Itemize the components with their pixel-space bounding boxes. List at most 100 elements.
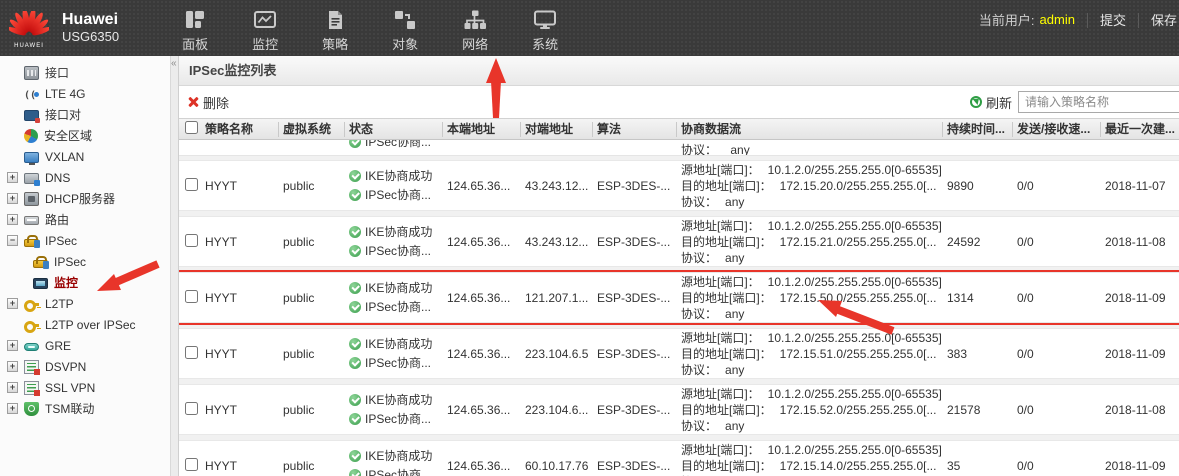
sidebar-item-l2tp-over-ipsec[interactable]: L2TP over IPSec <box>0 314 170 335</box>
last-established-time: 2018-11-09 <box>1101 459 1179 473</box>
row-checkbox[interactable] <box>185 458 198 471</box>
nav-item-policy[interactable]: 策略 <box>307 4 363 53</box>
sidebar-item-ipsec[interactable]: IPSec <box>0 230 170 251</box>
last-established-time: 2018-11-08 <box>1101 403 1179 417</box>
collapse-icon[interactable] <box>7 235 18 246</box>
sidebar-item-label: VXLAN <box>45 150 84 164</box>
sidebar-item-tsm-linkage[interactable]: TSM联动 <box>0 398 170 419</box>
source-address-value: 10.1.2.0/255.255.255.0[0-65535] <box>768 331 942 345</box>
sidebar-item-vxlan[interactable]: VXLAN <box>0 146 170 167</box>
expand-icon[interactable] <box>7 340 18 351</box>
sidebar-item-ssl-vpn[interactable]: SSL VPN <box>0 377 170 398</box>
nav-item-objects[interactable]: 对象 <box>377 4 433 53</box>
table-row[interactable]: HYYT public IKE协商成功 IPSec协商... 124.65.36… <box>179 328 1179 379</box>
huawei-logo: HUAWEI <box>0 7 58 49</box>
sidebar-item-dhcp-server[interactable]: DHCP服务器 <box>0 188 170 209</box>
protocol-value: any <box>725 307 744 321</box>
status-cell: IKE协商成功 IPSec协商... <box>345 167 443 205</box>
brand-model: USG6350 <box>62 30 119 45</box>
ipsec-status: IPSec协商... <box>365 242 431 261</box>
sidebar-item-interface[interactable]: 接口 <box>0 62 170 83</box>
virtual-system: public <box>279 403 345 417</box>
partial-protocol: 协议： any <box>681 141 750 156</box>
sidebar-item-ipsec-monitor[interactable]: 监控 <box>0 272 170 293</box>
duration: 35 <box>943 459 1013 473</box>
delete-button[interactable]: 删除 <box>187 93 229 112</box>
vxlan-icon <box>24 152 39 163</box>
ipsec-status: IPSec协商... <box>365 298 431 317</box>
local-address: 124.65.36... <box>443 347 521 361</box>
expand-icon[interactable] <box>7 172 18 183</box>
table-row[interactable]: HYYT public IKE协商成功 IPSec协商... 124.65.36… <box>179 272 1179 323</box>
submit-button[interactable]: 提交 <box>1087 13 1126 28</box>
algorithm: ESP-3DES-... <box>593 179 677 193</box>
remote-address: 43.243.12... <box>521 235 593 249</box>
row-checkbox[interactable] <box>185 178 198 191</box>
expand-icon[interactable] <box>7 382 18 393</box>
save-button[interactable]: 保存 <box>1138 13 1177 28</box>
row-checkbox[interactable] <box>185 234 198 247</box>
nav-item-network[interactable]: 网络 <box>447 4 503 53</box>
refresh-button[interactable]: 刷新 <box>970 93 1012 112</box>
sidebar-item-security-zone[interactable]: 安全区域 <box>0 125 170 146</box>
page-title: IPSec监控列表 <box>179 56 1179 86</box>
protocol-value: any <box>730 143 749 156</box>
local-address: 124.65.36... <box>443 179 521 193</box>
local-address: 124.65.36... <box>443 291 521 305</box>
table-row[interactable]: HYYT public IKE协商成功 IPSec协商... 124.65.36… <box>179 440 1179 476</box>
ipsec-status: IPSec协商... <box>365 410 431 429</box>
select-all-cell <box>179 121 201 138</box>
protocol-value: any <box>725 419 744 433</box>
sidebar-item-dns[interactable]: DNS <box>0 167 170 188</box>
sidebar-item-label: IPSec <box>45 234 77 248</box>
send-receive-rate: 0/0 <box>1013 179 1101 193</box>
nav-item-monitor[interactable]: 监控 <box>237 4 293 53</box>
table-row[interactable]: HYYT public IKE协商成功 IPSec协商... 124.65.36… <box>179 160 1179 211</box>
local-address: 124.65.36... <box>443 403 521 417</box>
policy-search-input[interactable] <box>1018 91 1179 113</box>
policy-name: HYYT <box>201 291 279 305</box>
source-address-label: 源地址[端口]： <box>681 443 760 457</box>
success-icon <box>349 394 361 406</box>
sidebar-item-interface-pair[interactable]: 接口对 <box>0 104 170 125</box>
page: HUAWEI Huawei USG6350 面板 监控 策略 对象 网络 系统 … <box>0 0 1179 476</box>
gre-icon <box>24 343 39 351</box>
row-checkbox[interactable] <box>185 346 198 359</box>
expand-icon[interactable] <box>7 298 18 309</box>
sidebar-item-gre[interactable]: GRE <box>0 335 170 356</box>
expand-icon[interactable] <box>7 361 18 372</box>
send-receive-rate: 0/0 <box>1013 459 1101 473</box>
table-row[interactable]: HYYT public IKE协商成功 IPSec协商... 124.65.36… <box>179 384 1179 435</box>
sidebar-item-lte-4g[interactable]: LTE 4G <box>0 83 170 104</box>
sidebar-tree: 接口LTE 4G接口对安全区域 VXLAN DNSDHCP服务器路由 IPSec IPS… <box>0 62 170 419</box>
row-checkbox[interactable] <box>185 402 198 415</box>
sidebar-item-route[interactable]: 路由 <box>0 209 170 230</box>
current-user-label: 当前用户: <box>979 10 1035 29</box>
user-area: 当前用户: admin 提交保存 <box>979 10 1177 29</box>
protocol-label: 协议： <box>681 195 717 209</box>
policy-name: HYYT <box>201 235 279 249</box>
expand-icon[interactable] <box>7 403 18 414</box>
expand-icon[interactable] <box>7 214 18 225</box>
table-row[interactable]: HYYT public IKE协商成功 IPSec协商... 124.65.36… <box>179 216 1179 267</box>
ipsec-icon <box>33 260 48 268</box>
sidebar-item-ipsec-policy[interactable]: IPSec <box>0 251 170 272</box>
expand-icon[interactable] <box>7 193 18 204</box>
source-address-value: 10.1.2.0/255.255.255.0[0-65535] <box>768 219 942 233</box>
sidebar-item-l2tp[interactable]: L2TP <box>0 293 170 314</box>
protocol-label: 协议： <box>681 419 717 433</box>
ike-status: IKE协商成功 <box>365 223 432 242</box>
sidebar-collapse-button[interactable]: « <box>171 58 177 69</box>
sidebar-item-dsvpn[interactable]: DSVPN <box>0 356 170 377</box>
nav-label: 面板 <box>167 34 223 53</box>
row-select-cell <box>179 402 201 418</box>
row-checkbox[interactable] <box>185 290 198 303</box>
select-all-checkbox[interactable] <box>185 121 198 134</box>
duration: 21578 <box>943 403 1013 417</box>
nav-item-dashboard[interactable]: 面板 <box>167 4 223 53</box>
nav-item-system[interactable]: 系统 <box>517 4 573 53</box>
protocol-value: any <box>725 195 744 209</box>
success-icon <box>349 140 361 148</box>
protocol-label: 协议： <box>681 143 717 156</box>
destination-address-label: 目的地址[端口]： <box>681 291 772 305</box>
